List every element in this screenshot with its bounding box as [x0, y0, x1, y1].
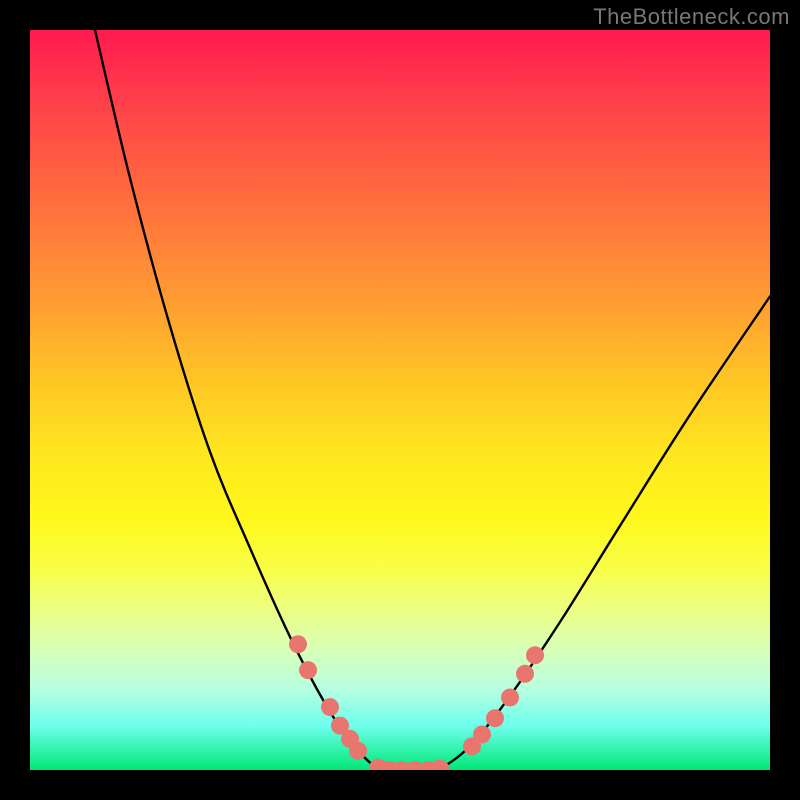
sample-dot [431, 760, 449, 770]
sample-dot [473, 725, 491, 743]
sample-dot [526, 646, 544, 664]
sample-dots [289, 635, 544, 770]
sample-dot [321, 698, 339, 716]
sample-dot [516, 665, 534, 683]
sample-dot [501, 688, 519, 706]
chart-stage: TheBottleneck.com [0, 0, 800, 800]
watermark-label: TheBottleneck.com [593, 4, 790, 30]
sample-dot [349, 742, 367, 760]
plot-area [30, 30, 770, 770]
sample-dot [486, 709, 504, 727]
sample-dots-layer [30, 30, 770, 770]
sample-dot [289, 635, 307, 653]
sample-dot [299, 661, 317, 679]
